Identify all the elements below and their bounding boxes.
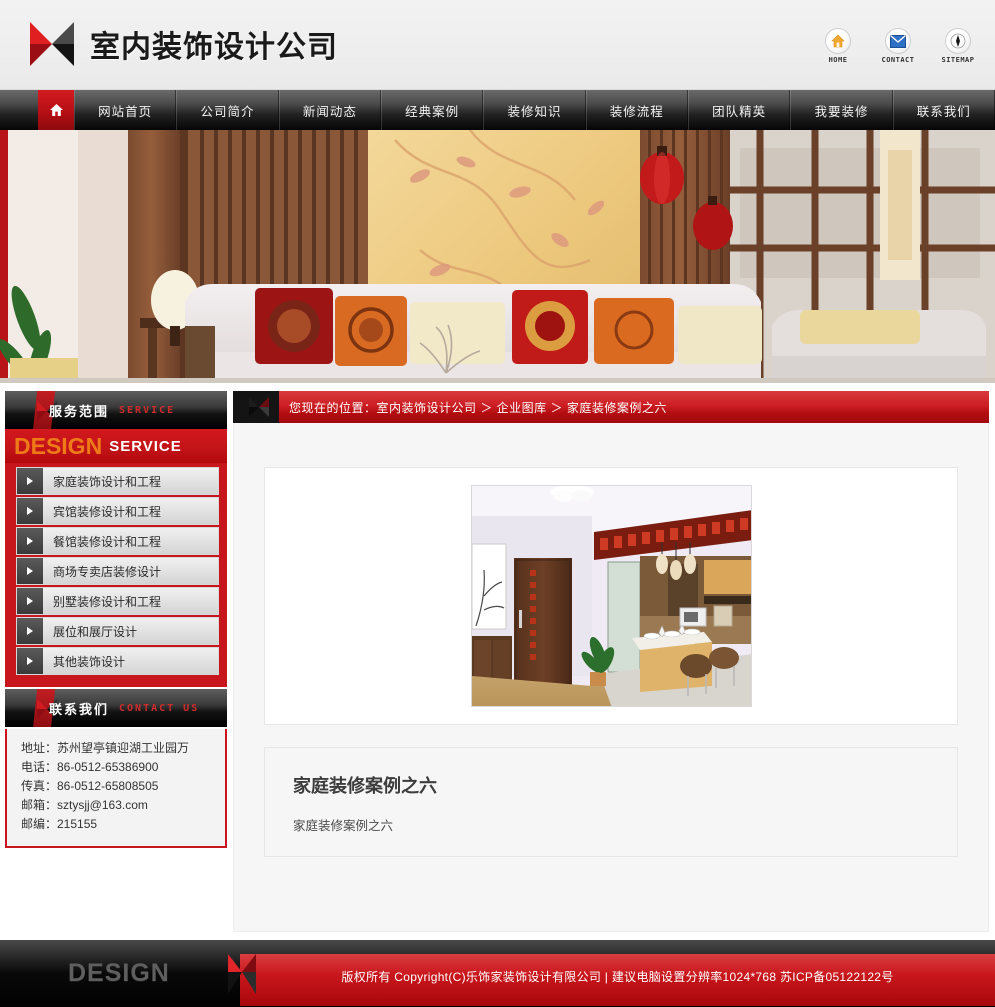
service-panel-header: 服务范围 SERVICE	[5, 391, 227, 429]
contact-panel-title-cn: 联系我们	[49, 701, 110, 717]
home-shortcut[interactable]: HOME	[817, 28, 859, 64]
content-panel: 家庭装修案例之六 家庭装修案例之六	[233, 423, 989, 932]
logo-block[interactable]: 室内装饰设计公司	[30, 22, 338, 66]
site-footer: DESIGN 版权所有 Copyright(C)乐饰家装饰设计有限公司 | 建议…	[0, 940, 995, 1007]
nav-item-5[interactable]: 装修流程	[585, 90, 688, 130]
sitemap-shortcut[interactable]: SITEMAP	[937, 28, 979, 64]
sidebar-item-4-label: 别墅装修设计和工程	[53, 594, 162, 609]
contact-line-email: 邮箱：sztysjj@163.com	[21, 798, 148, 812]
nav-item-7[interactable]: 我要装修	[790, 90, 893, 130]
sidebar-item-6[interactable]: 其他装饰设计	[16, 647, 219, 675]
sidebar: 服务范围 SERVICE DESIGN SERVICE 家庭装饰设计和工程 宾馆…	[5, 391, 227, 940]
nav-item-3[interactable]: 经典案例	[380, 90, 484, 130]
contact-shortcut[interactable]: CONTACT	[877, 28, 919, 64]
page-body: 服务范围 SERVICE DESIGN SERVICE 家庭装饰设计和工程 宾馆…	[0, 383, 995, 940]
sidebar-item-5[interactable]: 展位和展厅设计	[16, 617, 219, 645]
contact-line-phone: 电话：86-0512-65386900	[21, 760, 159, 774]
house-icon	[49, 104, 63, 116]
page-root: 室内装饰设计公司 HOME CONTACT SITEMAP 网站首页 公司简介 …	[0, 0, 995, 1007]
arrow-right-icon	[17, 648, 43, 674]
sidebar-item-2-label: 餐馆装修设计和工程	[53, 534, 162, 549]
nav-item-8[interactable]: 联系我们	[892, 90, 995, 130]
contact-line-zip: 邮编：215155	[21, 817, 98, 831]
contact-panel-title-en: CONTACT US	[119, 702, 200, 714]
nav-item-1[interactable]: 公司简介	[176, 90, 279, 130]
footer-design-word: DESIGN	[68, 959, 170, 987]
header-icon-group: HOME CONTACT SITEMAP	[817, 28, 979, 64]
contact-info-box: 地址：苏州望亭镇迎湖工业园万 电话：86-0512-65386900 传真：86…	[5, 729, 227, 848]
sitemap-shortcut-label: SITEMAP	[941, 56, 975, 64]
breadcrumb: 您现在的位置：室内装饰设计公司 ＞ 企业图库 ＞ 家庭装修案例之六	[233, 391, 989, 423]
sidebar-item-3-label: 商场专卖店装修设计	[53, 564, 162, 579]
hero-banner-image	[0, 130, 995, 383]
footer-copyright: 版权所有 Copyright(C)乐饰家装饰设计有限公司 | 建议电脑设置分辨率…	[341, 969, 894, 984]
sidebar-item-3[interactable]: 商场专卖店装修设计	[16, 557, 219, 585]
arrow-right-icon	[17, 468, 43, 494]
compass-icon	[945, 28, 971, 54]
arrow-right-icon	[17, 498, 43, 524]
case-photo[interactable]	[470, 485, 752, 707]
nav-home-button[interactable]	[38, 90, 74, 130]
breadcrumb-text: 您现在的位置：室内装饰设计公司 ＞ 企业图库 ＞ 家庭装修案例之六	[289, 400, 667, 415]
home-shortcut-label: HOME	[828, 56, 848, 64]
diamond-accent-icon	[239, 391, 279, 423]
design-service-banner: DESIGN SERVICE	[5, 429, 227, 463]
nav-item-6[interactable]: 团队精英	[687, 90, 791, 130]
sidebar-item-6-label: 其他装饰设计	[53, 654, 126, 669]
sidebar-item-4[interactable]: 别墅装修设计和工程	[16, 587, 219, 615]
arrow-right-icon	[17, 618, 43, 644]
service-panel-title-en: SERVICE	[119, 404, 176, 416]
nav-item-4[interactable]: 装修知识	[483, 90, 586, 130]
main-content: 您现在的位置：室内装饰设计公司 ＞ 企业图库 ＞ 家庭装修案例之六 家庭装修案例…	[233, 391, 989, 940]
article-card: 家庭装修案例之六 家庭装修案例之六	[264, 747, 958, 857]
sidebar-item-2[interactable]: 餐馆装修设计和工程	[16, 527, 219, 555]
main-navigation: 网站首页 公司简介 新闻动态 经典案例 装修知识 装修流程 团队精英 我要装修 …	[0, 90, 995, 130]
contact-line-fax: 传真：86-0512-65808505	[21, 779, 159, 793]
design-banner-sub: SERVICE	[109, 437, 182, 455]
service-menu-list: 家庭装饰设计和工程 宾馆装修设计和工程 餐馆装修设计和工程 商场专卖店装修设计 …	[5, 463, 227, 687]
sidebar-item-1[interactable]: 宾馆装修设计和工程	[16, 497, 219, 525]
image-card	[264, 467, 958, 725]
contact-panel-header: 联系我们 CONTACT US	[5, 689, 227, 727]
nav-item-0[interactable]: 网站首页	[74, 90, 177, 130]
site-title: 室内装饰设计公司	[90, 30, 338, 65]
nav-item-2[interactable]: 新闻动态	[278, 90, 381, 130]
arrow-right-icon	[17, 528, 43, 554]
design-banner-word: DESIGN	[14, 432, 103, 459]
sidebar-item-0[interactable]: 家庭装饰设计和工程	[16, 467, 219, 495]
article-body: 家庭装修案例之六	[293, 819, 394, 833]
sidebar-item-1-label: 宾馆装修设计和工程	[53, 504, 162, 519]
contact-line-address: 地址：苏州望亭镇迎湖工业园万	[21, 741, 190, 755]
arrow-right-icon	[17, 558, 43, 584]
diamond-logo-icon	[30, 22, 74, 66]
contact-shortcut-label: CONTACT	[881, 56, 915, 64]
service-panel-title-cn: 服务范围	[49, 403, 110, 419]
site-header: 室内装饰设计公司 HOME CONTACT SITEMAP	[0, 0, 995, 90]
envelope-icon	[885, 28, 911, 54]
sidebar-item-5-label: 展位和展厅设计	[53, 624, 138, 639]
arrow-right-icon	[17, 588, 43, 614]
sidebar-item-0-label: 家庭装饰设计和工程	[53, 474, 162, 489]
article-title: 家庭装修案例之六	[293, 776, 437, 797]
home-icon	[825, 28, 851, 54]
